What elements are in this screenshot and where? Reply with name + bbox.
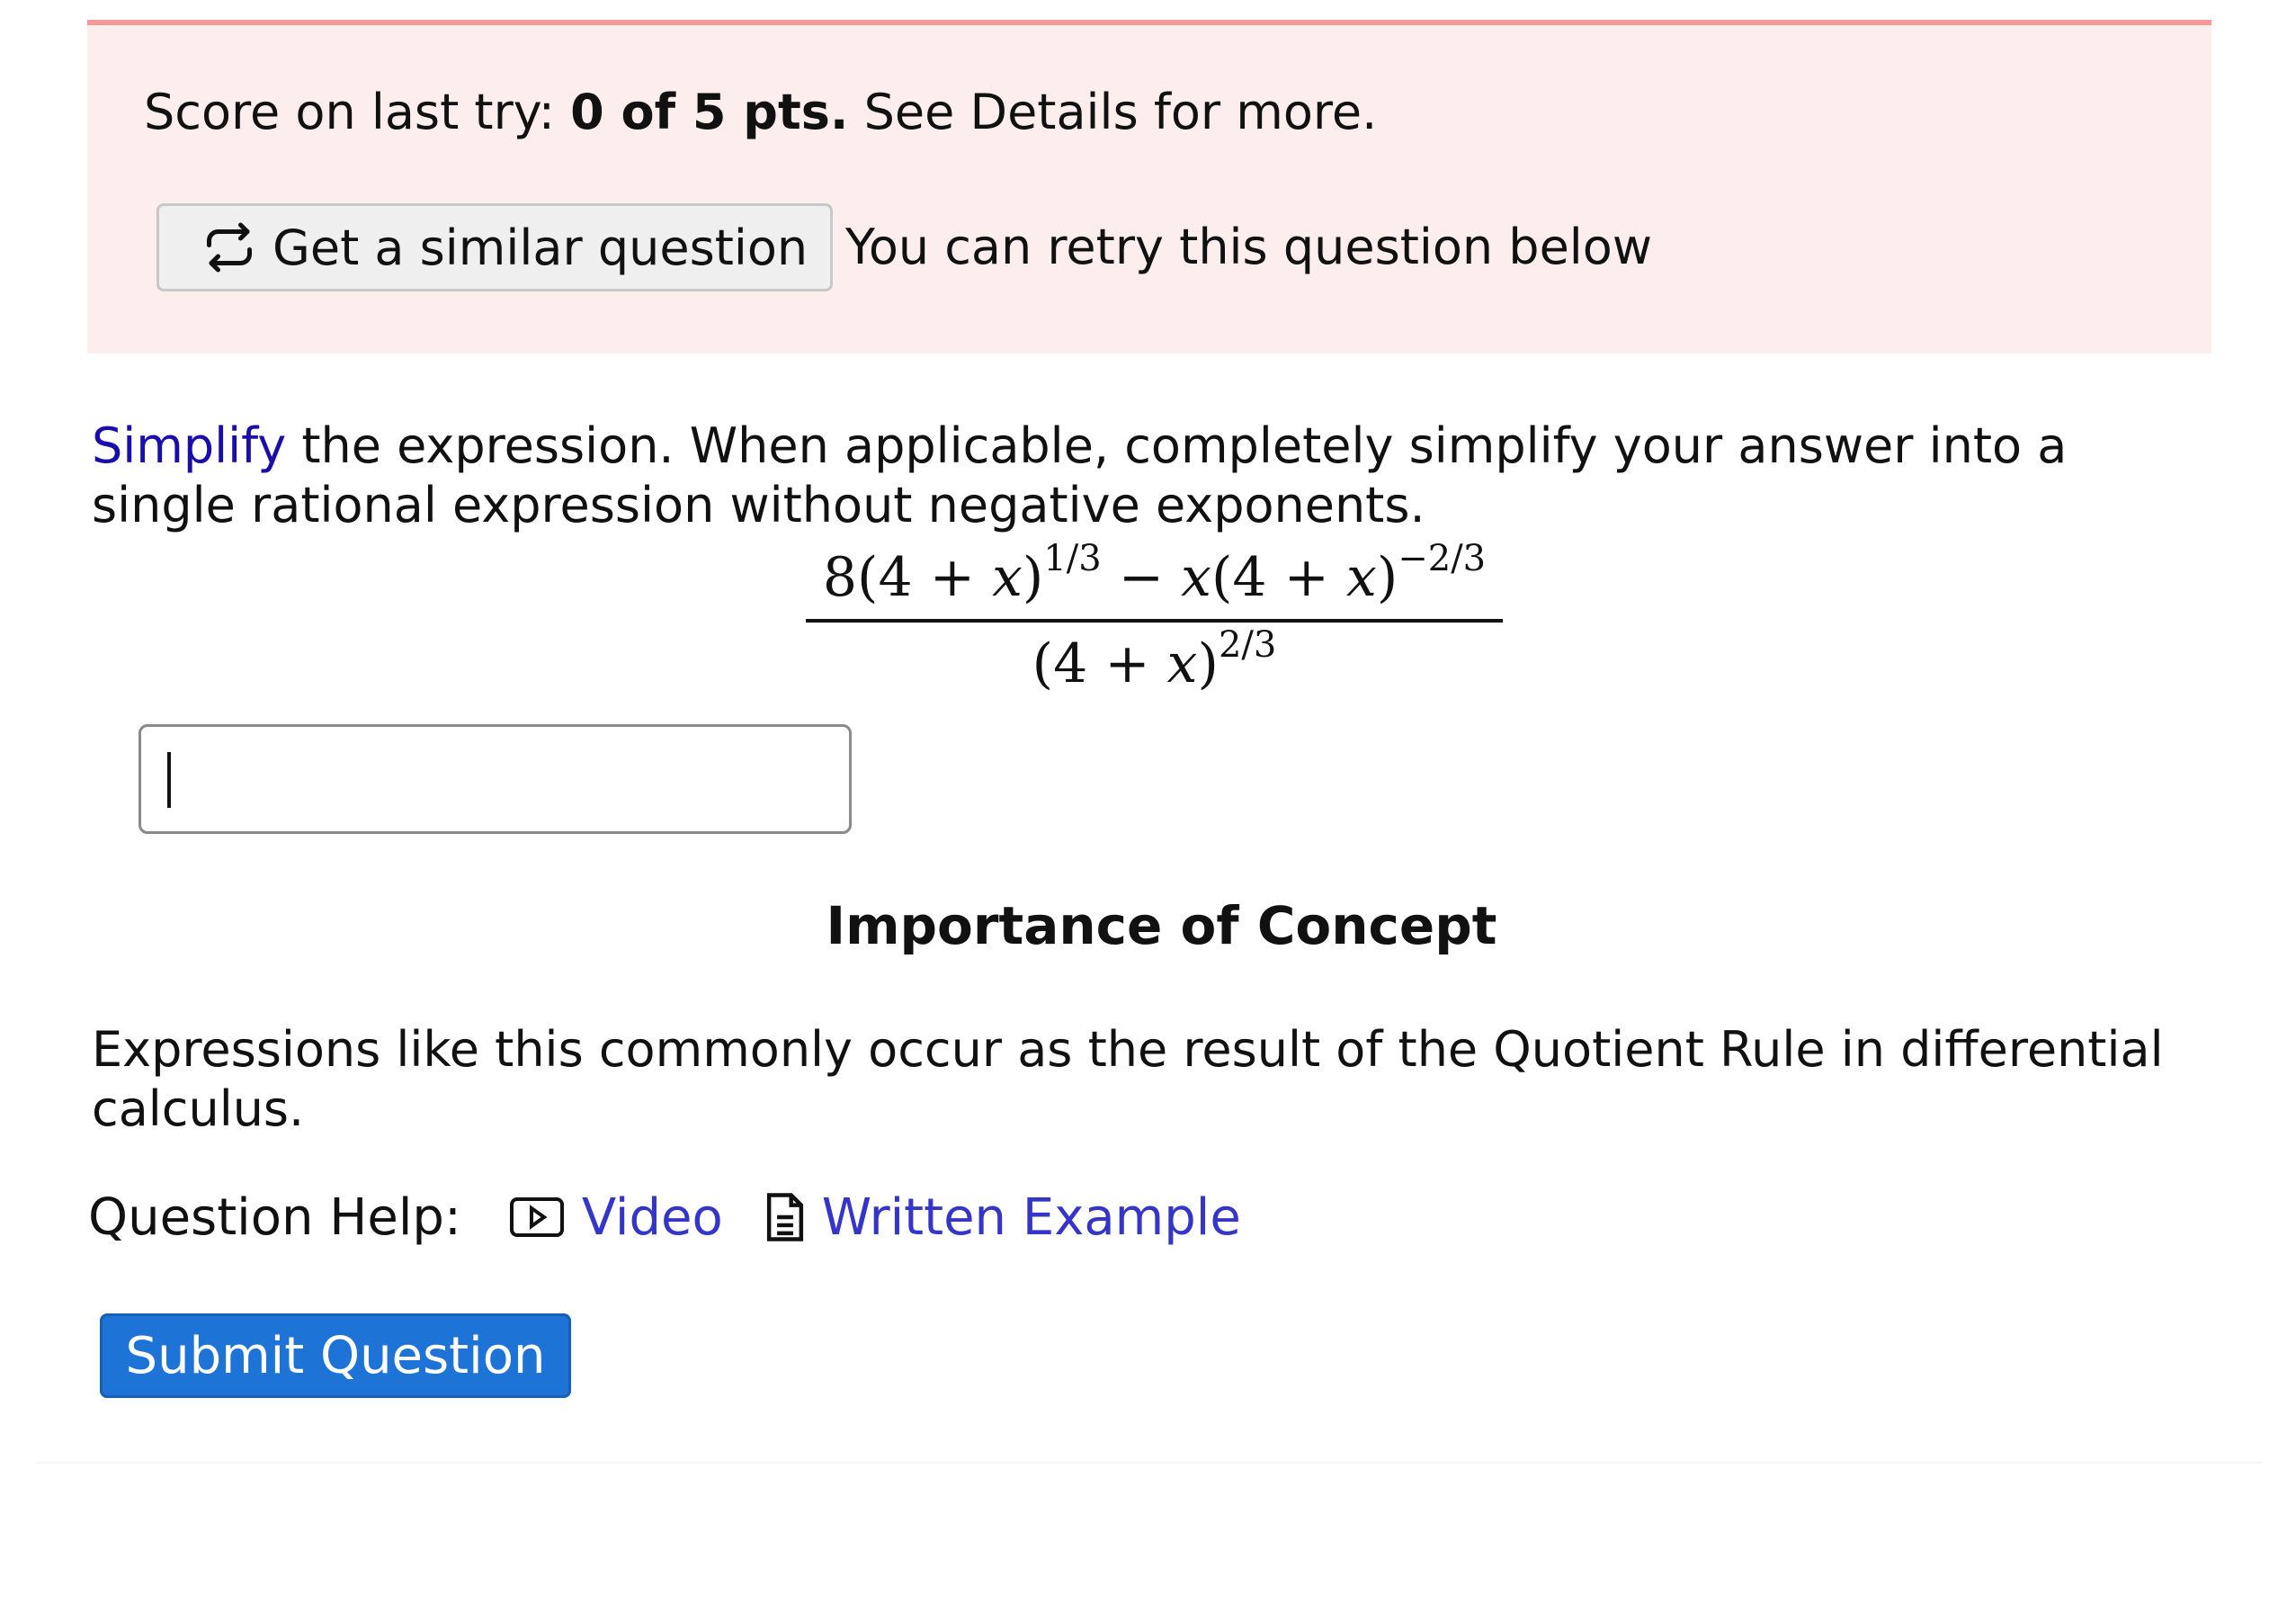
- answer-input[interactable]: [138, 724, 852, 834]
- video-link[interactable]: Video: [508, 1188, 723, 1247]
- video-play-icon: [509, 1197, 564, 1237]
- get-similar-question-button[interactable]: Get a similar question: [156, 203, 833, 291]
- question-instructions: Simplify the expression. When applicable…: [92, 417, 2214, 535]
- submit-question-button[interactable]: Submit Question: [100, 1313, 571, 1398]
- footer-divider: [36, 1462, 2262, 1464]
- score-banner: Score on last try: 0 of 5 pts. See Detai…: [87, 20, 2211, 354]
- instructions-text: the expression. When applicable, complet…: [92, 417, 2068, 533]
- document-icon: [766, 1193, 803, 1241]
- written-example-label: Written Example: [821, 1187, 1241, 1247]
- expression-denominator: (4 + x)2/3: [1032, 624, 1277, 695]
- similar-button-label: Get a similar question: [272, 219, 809, 276]
- simplify-link[interactable]: Simplify: [92, 417, 286, 474]
- retry-note: You can retry this question below: [845, 219, 1653, 275]
- expression-numerator: 8(4 + x)1/3 − x(4 + x)−2/3: [822, 538, 1487, 609]
- math-expression: 8(4 + x)1/3 − x(4 + x)−2/3 (4 + x)2/3: [806, 536, 1503, 705]
- concept-heading: Importance of Concept: [826, 895, 1497, 956]
- text-caret: [167, 752, 171, 808]
- score-value: 0 of 5 pts.: [570, 84, 849, 140]
- score-line: Score on last try: 0 of 5 pts. See Detai…: [144, 88, 1377, 137]
- written-example-link[interactable]: Written Example: [764, 1188, 1241, 1247]
- question-help-label: Question Help:: [88, 1187, 461, 1247]
- retry-icon: [207, 222, 252, 273]
- question-help: Question Help: Video Written Example: [88, 1186, 1282, 1249]
- score-suffix: See Details for more.: [848, 84, 1378, 140]
- video-label: Video: [581, 1187, 723, 1247]
- concept-body: Expressions like this commonly occur as …: [92, 1021, 2164, 1137]
- score-prefix: Score on last try:: [144, 84, 571, 140]
